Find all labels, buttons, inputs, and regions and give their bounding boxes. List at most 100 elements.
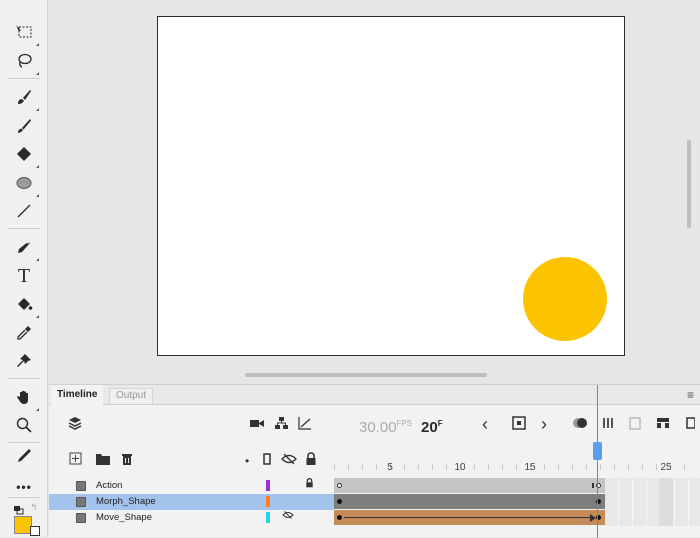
stage[interactable] [157,16,625,356]
layer-row-move-shape[interactable]: Move_Shape [49,510,334,526]
free-transform-icon[interactable] [10,18,39,46]
timeline-options-icon[interactable] [685,415,696,433]
ruler-tick [418,464,419,470]
ruler-tick [600,464,601,470]
layer-name: Morph_Shape [96,496,156,507]
layer-color-swatch[interactable] [266,512,270,523]
horizontal-scrollbar[interactable] [245,373,487,377]
current-frame-readout[interactable]: 20F [421,415,443,437]
layer-row-action[interactable]: Action [49,478,334,494]
color-swatches: ↰ [0,497,48,537]
frame-value: 20 [421,419,438,436]
edit-multiple-frames-icon[interactable] [601,415,617,433]
pencil-icon[interactable] [10,442,38,470]
oval-icon[interactable] [10,169,39,197]
prev-keyframe-icon[interactable]: ‹ [482,415,488,433]
layer-row-morph-shape[interactable]: Morph_Shape [49,494,334,510]
hand-icon[interactable] [10,383,39,411]
layer-parenting-icon[interactable] [273,415,289,433]
text-icon[interactable]: T [10,262,38,290]
keyframe[interactable] [337,499,342,504]
paint-bucket-icon[interactable] [10,290,39,318]
camera-icon[interactable] [249,415,265,433]
ruler-tick [544,464,545,470]
empty-keyframe[interactable] [337,483,342,488]
fps-value: 30.00 [359,419,397,436]
outline-toggle-icon[interactable] [262,452,272,470]
panel-menu-icon[interactable]: ≡ [687,388,694,402]
visibility-toggle-icon[interactable] [281,452,297,470]
ruler-tick [628,464,629,470]
playhead[interactable] [593,442,602,460]
lock-icon[interactable] [305,478,314,494]
hidden-eye-icon[interactable] [281,510,295,526]
ruler-tick [656,464,657,470]
ruler-label-25: 25 [660,462,672,473]
pen-icon[interactable] [10,233,39,261]
layer-name: Action [96,480,123,491]
frame-end-marker [592,483,594,488]
ruler-tick [334,464,335,470]
ruler-tick [446,464,447,470]
ruler-label-15: 15 [524,462,536,473]
keyframe[interactable] [337,515,342,520]
frame-span[interactable] [334,478,605,493]
ruler-tick [614,464,615,470]
stroke-color-swatch[interactable] [30,526,40,536]
layer-name: Move_Shape [96,512,152,523]
frame-unit: F [437,419,443,428]
lock-toggle-icon[interactable] [305,452,317,470]
frame-view-icon[interactable] [655,415,671,433]
paste-frames-icon[interactable] [627,415,643,433]
frame-span[interactable] [334,494,605,509]
fps-readout[interactable]: 30.00FPS [359,415,412,437]
layer-color-swatch[interactable] [266,496,270,507]
ruler-tick [642,464,643,470]
stage-area [49,0,700,384]
yellow-circle-shape[interactable] [523,257,607,341]
timeline-tabs: Timeline Output ≡ [49,385,700,405]
brush-icon[interactable] [10,83,39,111]
layer-icon [76,481,86,491]
ruler-tick [362,464,363,470]
tab-timeline[interactable]: Timeline [51,385,104,405]
tab-output[interactable]: Output [109,388,154,404]
delete-icon[interactable] [120,452,134,470]
onion-skin-icon[interactable] [571,415,589,433]
toolbar-separator [8,378,40,379]
ruler-tick [684,464,685,470]
layer-header: • [49,442,334,478]
swap-colors-icon[interactable] [14,503,24,515]
ruler-tick [572,464,573,470]
insert-keyframe-icon[interactable] [511,415,527,433]
graph-icon[interactable] [297,415,313,433]
pin-icon[interactable] [10,347,38,375]
frame-ruler[interactable]: 5 10 15 25 [334,442,700,478]
tools-panel: T ••• ↰ [0,0,48,537]
ruler-tick [348,464,349,470]
default-colors-icon[interactable]: ↰ [30,503,40,512]
ruler-tick [488,464,489,470]
paint-brush-icon[interactable] [10,112,38,140]
playhead-line [597,385,598,538]
fps-unit: FPS [396,419,413,428]
ruler-tick [586,464,587,470]
toolbar-separator [8,228,40,229]
new-folder-icon[interactable] [95,452,111,470]
empty-frames-area [605,478,700,526]
tween-arrow [344,517,594,518]
vertical-scrollbar[interactable] [687,140,691,228]
eyedropper-icon[interactable] [10,319,38,347]
layers-stack-icon[interactable] [67,415,83,433]
line-icon[interactable] [10,197,38,225]
layer-color-swatch[interactable] [266,480,270,491]
layer-icon [76,513,86,523]
eraser-icon[interactable] [10,140,39,168]
highlight-dot-icon[interactable]: • [245,452,249,470]
ruler-tick [404,464,405,470]
new-layer-icon[interactable] [69,452,83,470]
next-keyframe-icon[interactable]: › [541,415,547,433]
ruler-label-10: 10 [454,462,466,473]
lasso-icon[interactable] [10,47,39,75]
zoom-icon[interactable] [10,411,38,439]
